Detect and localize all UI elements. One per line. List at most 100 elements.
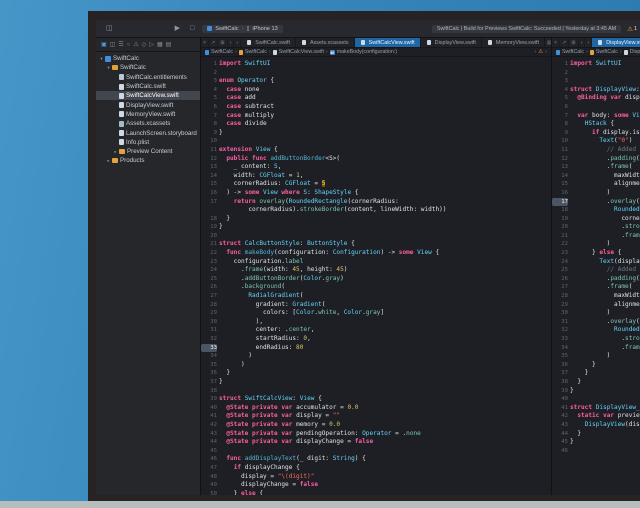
code-token: (: [281, 283, 285, 290]
stop-button[interactable]: □: [190, 25, 194, 32]
code-token: Text: [599, 258, 614, 265]
code-token: where: [281, 189, 299, 196]
file-tree-item[interactable]: MemoryView.swift: [96, 110, 200, 119]
run-button[interactable]: ▶: [175, 25, 180, 32]
file-tree-item[interactable]: Assets.xcassets: [96, 119, 200, 128]
editor-tab[interactable]: SwiftCalcView.swift: [355, 38, 421, 47]
folder-icon: [112, 158, 118, 163]
code-line: .padding(): [570, 275, 640, 284]
file-tree-item[interactable]: ▾SwiftCalc: [96, 54, 200, 63]
forward-icon[interactable]: ›: [234, 38, 241, 47]
entitlements-icon: [119, 74, 124, 80]
breadcrumb-item[interactable]: SwiftCalc: [245, 49, 267, 55]
file-name: LaunchScreen.storyboard: [126, 130, 197, 137]
file-icon: [361, 40, 365, 45]
code-token: ) ->: [380, 249, 398, 256]
code-line: ): [219, 352, 551, 361]
code-editor-content[interactable]: import SwiftUIstruct DisplayView: View {…: [570, 60, 640, 495]
line-number: 47: [201, 464, 217, 473]
warning-icon[interactable]: ⚠: [538, 49, 543, 55]
code-line: struct SwiftCalcView: View {: [219, 395, 551, 404]
close-icon[interactable]: ×: [201, 38, 209, 47]
file-tree-item[interactable]: SwiftCalc.entitlements: [96, 73, 200, 82]
file-tree-item[interactable]: SwiftCalc.swift: [96, 82, 200, 91]
back-icon[interactable]: ‹: [535, 49, 537, 55]
code-line: case none: [219, 86, 551, 95]
expand-icon[interactable]: ↗: [209, 38, 218, 47]
editor-tab[interactable]: DisplayView.swift: [592, 38, 640, 47]
code-token: alignment: .: [570, 180, 640, 187]
line-number: [201, 206, 217, 215]
code-line: }: [570, 438, 640, 447]
reports-icon[interactable]: ▤: [166, 42, 172, 48]
editor-tab[interactable]: SwiftCalc.swift: [241, 38, 296, 47]
primary-code-area[interactable]: 1234567891011121314151617181920212223242…: [201, 57, 551, 495]
line-number: 44: [552, 430, 568, 439]
expand-icon[interactable]: ↗: [560, 38, 569, 47]
code-line: } else {: [570, 249, 640, 258]
disclosure-icon[interactable]: ▸: [106, 158, 111, 164]
tests-icon[interactable]: ◇: [142, 42, 147, 48]
code-token: .: [570, 223, 625, 230]
file-tree-item[interactable]: Info.plist: [96, 138, 200, 147]
source-control-icon[interactable]: ◫: [110, 42, 116, 48]
issues-icon[interactable]: ⚠: [133, 42, 138, 48]
code-token: HStack: [585, 120, 607, 127]
breadcrumb-item[interactable]: SwiftCalc: [562, 49, 584, 55]
editor-tab[interactable]: Assets.xcassets: [296, 38, 355, 47]
file-tree-item[interactable]: LaunchScreen.storyboard: [96, 128, 200, 137]
file-tree-item[interactable]: ▸Preview Content: [96, 147, 200, 156]
code-token: struct: [570, 86, 596, 93]
breadcrumb-item[interactable]: makeBody(configuration:): [337, 49, 397, 55]
code-editor-content[interactable]: import SwiftUIenum Operator { case none …: [219, 60, 551, 495]
code-token: some: [245, 189, 263, 196]
secondary-code-area[interactable]: 1234567891011121314151617181920212223242…: [552, 57, 640, 495]
bookmarks-icon[interactable]: ☰: [118, 42, 123, 48]
code-line: ),: [219, 318, 551, 327]
back-icon[interactable]: ‹: [579, 38, 586, 47]
code-token: @State private var: [226, 438, 296, 445]
tab-label: MemoryView.swift: [496, 40, 539, 46]
primary-breadcrumb: SwiftCalc›SwiftCalc›SwiftCalcView.swift›…: [201, 48, 551, 57]
back-icon[interactable]: ‹: [228, 38, 235, 47]
code-line: }: [219, 223, 551, 232]
file-tree-item[interactable]: DisplayView.swift: [96, 100, 200, 109]
line-number: 4: [201, 86, 217, 95]
debug-icon[interactable]: ▷: [149, 42, 154, 48]
forward-icon[interactable]: ›: [545, 49, 547, 55]
grid-icon[interactable]: ⊞: [569, 38, 578, 47]
editor-options-icon[interactable]: ▤: [545, 38, 551, 47]
code-token: (configuration:: [274, 249, 333, 256]
line-number: 45: [201, 447, 217, 456]
editor-tab[interactable]: DisplayView.swift: [421, 38, 482, 47]
disclosure-icon[interactable]: ▸: [113, 149, 118, 155]
warning-badge[interactable]: ⚠ 1: [627, 25, 637, 33]
code-line: [219, 69, 551, 78]
editor-tab[interactable]: MemoryView.swift: [482, 38, 545, 47]
code-token: {: [351, 189, 358, 196]
code-line: endRadius: 80: [219, 344, 551, 353]
grid-icon[interactable]: ⊞: [218, 38, 227, 47]
breadcrumb-item[interactable]: SwiftCalc: [596, 49, 618, 55]
disclosure-icon[interactable]: ▾: [106, 65, 111, 71]
breadcrumb-item[interactable]: DisplayView.swift: [630, 49, 640, 55]
code-token: case: [226, 86, 244, 93]
file-tree-item[interactable]: SwiftCalcView.swift: [96, 91, 200, 100]
scheme-selector[interactable]: SwiftCalc › ▯ iPhone 13: [202, 25, 282, 33]
code-token: (: [300, 292, 304, 299]
project-navigator-icon[interactable]: ▣: [101, 42, 107, 48]
disclosure-icon[interactable]: ▾: [99, 56, 104, 62]
file-tree-item[interactable]: ▸Products: [96, 156, 200, 165]
sidebar-toggle-icon[interactable]: ◫: [106, 25, 113, 32]
breakpoints-icon[interactable]: ▦: [157, 42, 163, 48]
line-number: 24: [552, 258, 568, 267]
line-number: 20: [552, 223, 568, 232]
find-icon[interactable]: ○: [127, 42, 131, 48]
breadcrumb-item[interactable]: SwiftCalc: [211, 49, 233, 55]
file-tree-item[interactable]: ▾SwiftCalc: [96, 63, 200, 72]
breadcrumb-item[interactable]: SwiftCalcView.swift: [279, 49, 324, 55]
activity-view[interactable]: SwiftCalc | Build for Previews SwiftCalc…: [432, 25, 621, 33]
close-icon[interactable]: ×: [552, 38, 560, 47]
code-line: }: [219, 129, 551, 138]
forward-icon[interactable]: ›: [585, 38, 592, 47]
